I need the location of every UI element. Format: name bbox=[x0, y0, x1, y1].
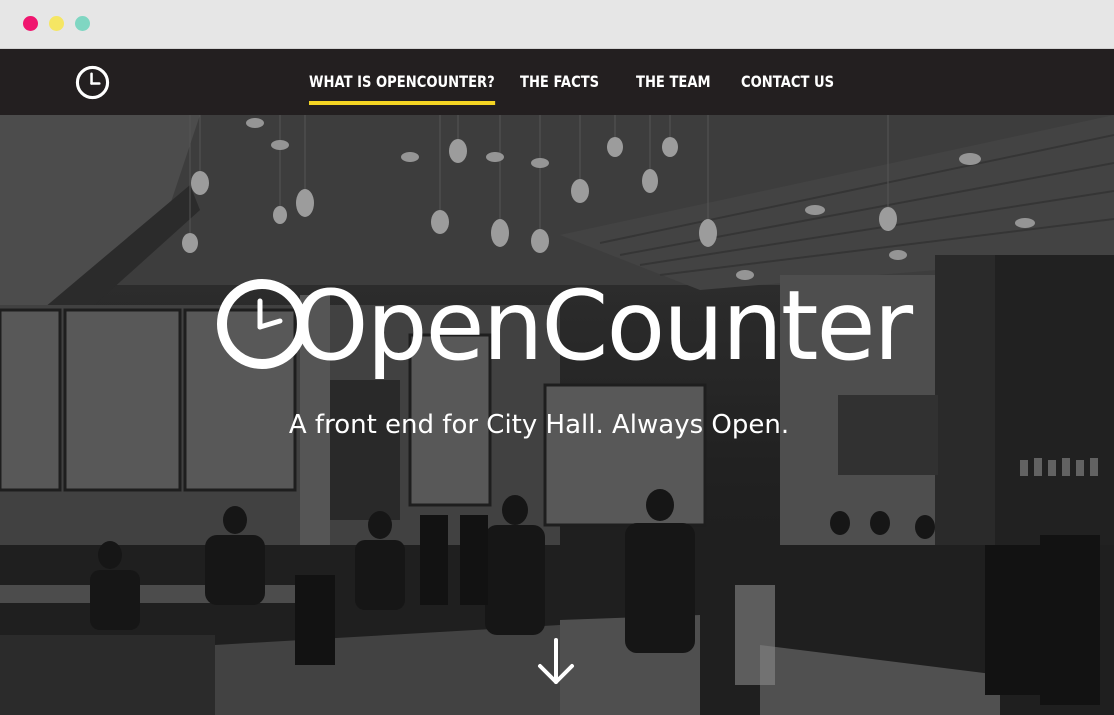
hero-section: OpenCounter A front end for City Hall. A… bbox=[0, 115, 1114, 715]
window-zoom-button[interactable] bbox=[75, 16, 90, 31]
nav-what-is-opencounter[interactable]: WHAT IS OPENCOUNTER? bbox=[309, 69, 495, 105]
clock-icon[interactable] bbox=[75, 65, 110, 100]
opencounter-wordmark: OpenCounter bbox=[215, 265, 913, 395]
nav-the-facts[interactable]: THE FACTS bbox=[520, 69, 599, 99]
nav-the-team[interactable]: THE TEAM bbox=[636, 69, 711, 99]
browser-chrome bbox=[0, 0, 1114, 49]
brand-name: OpenCounter bbox=[293, 270, 913, 382]
window-minimize-button[interactable] bbox=[49, 16, 64, 31]
nav-contact-us[interactable]: CONTACT US bbox=[741, 69, 834, 99]
hero-tagline: A front end for City Hall. Always Open. bbox=[288, 410, 790, 440]
top-navbar: WHAT IS OPENCOUNTER? THE FACTS THE TEAM … bbox=[0, 49, 1114, 115]
arrow-down-icon[interactable] bbox=[536, 637, 576, 687]
window-close-button[interactable] bbox=[23, 16, 38, 31]
